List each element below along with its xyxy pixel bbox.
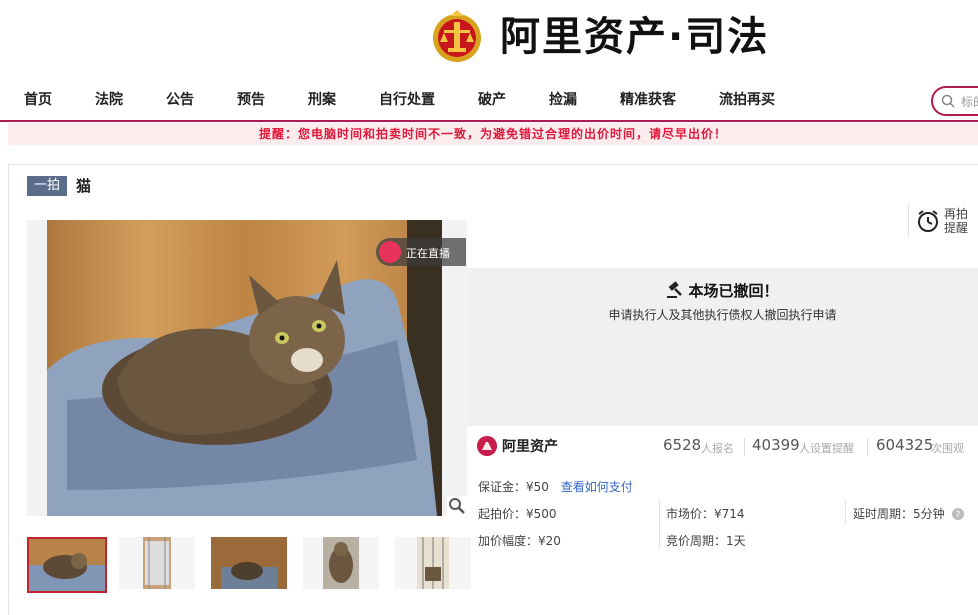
- thumbnail-5[interactable]: [395, 537, 471, 589]
- signup-label: 人报名: [701, 442, 734, 455]
- thumbnail-3[interactable]: [211, 537, 287, 589]
- main-nav: 首页 法院 公告 预告 刑案 自行处置 破产 捡漏 精准获客 流拍再买: [0, 78, 978, 122]
- view-label: 次围观: [931, 442, 964, 455]
- delay-period: 延时周期：5分钟 ?: [853, 505, 965, 522]
- status-heading-text: 本场已撤回！: [688, 282, 779, 300]
- alarm-clock-icon: [918, 210, 938, 232]
- divider: [659, 500, 660, 548]
- bid-period: 竞价周期：1天: [666, 534, 746, 548]
- how-to-pay-link[interactable]: 查看如何支付: [561, 480, 633, 494]
- nav-item-home[interactable]: 首页: [24, 89, 52, 109]
- nav-item-failed-rebuy[interactable]: 流拍再买: [719, 89, 775, 109]
- divider: [867, 438, 868, 456]
- status-heading: 本场已撤回！: [467, 280, 978, 301]
- auction-status-panel: 本场已撤回！ 申请执行人及其他执行债权人撤回执行申请: [467, 268, 978, 426]
- signup-count: 6528: [663, 436, 702, 454]
- remind-label-1: 再拍: [944, 207, 969, 221]
- thumbnail-4[interactable]: [303, 537, 379, 589]
- nav-item-court[interactable]: 法院: [95, 89, 123, 109]
- stats-row: 阿里资产 6528 人报名 40399 人设置提醒 604325 次围观: [467, 430, 978, 464]
- nav-item-preview[interactable]: 预告: [237, 89, 265, 109]
- site-logo-text[interactable]: 阿里资产·司法: [500, 10, 769, 64]
- status-detail: 申请执行人及其他执行债权人撤回执行申请: [608, 308, 837, 322]
- delay-period-text: 延时周期：5分钟: [853, 507, 945, 521]
- search-input[interactable]: 标的: [931, 86, 978, 116]
- reminder-count: 40399: [752, 436, 800, 454]
- search-placeholder: 标的: [961, 95, 978, 109]
- live-stream-badge[interactable]: 正在直播: [376, 238, 466, 266]
- item-title: 猫: [76, 177, 92, 195]
- zoom-icon[interactable]: [447, 496, 467, 516]
- gavel-icon: [667, 281, 683, 298]
- nav-item-bargain[interactable]: 捡漏: [549, 89, 577, 109]
- reminder-label: 人设置提醒: [799, 442, 854, 455]
- svg-text:?: ?: [956, 511, 961, 521]
- deposit-text: 保证金：¥50: [478, 480, 549, 494]
- time-warning-banner: 提醒：您电脑时间和拍卖时间不一致，为避免错过合理的出价时间，请尽早出价！: [8, 123, 978, 145]
- nav-item-self-disposal[interactable]: 自行处置: [379, 89, 435, 109]
- brand-name: 阿里资产: [502, 439, 558, 455]
- market-price: 市场价：¥714: [666, 507, 745, 521]
- remind-label-2: 提醒: [944, 221, 969, 235]
- nav-item-announcement[interactable]: 公告: [166, 89, 194, 109]
- view-count: 604325: [876, 436, 934, 454]
- nav-item-bankruptcy[interactable]: 破产: [478, 89, 506, 109]
- help-icon[interactable]: ?: [952, 508, 965, 521]
- thumbnail-1[interactable]: [27, 537, 107, 593]
- ali-assets-logo-icon: [477, 436, 497, 456]
- reauction-reminder-button[interactable]: 再拍 提醒: [908, 204, 978, 238]
- court-emblem-icon: [433, 10, 481, 62]
- thumbnail-2[interactable]: [119, 537, 195, 589]
- live-icon: [379, 241, 401, 263]
- auction-round-badge: 一拍: [27, 176, 67, 196]
- nav-item-criminal[interactable]: 刑案: [308, 89, 336, 109]
- site-header: 阿里资产·司法: [0, 0, 978, 78]
- nav-item-precise-leads[interactable]: 精准获客: [620, 89, 676, 109]
- bid-increment: 加价幅度：¥20: [478, 534, 561, 548]
- deposit-info: 保证金：¥50 查看如何支付: [478, 478, 633, 495]
- live-label: 正在直播: [406, 247, 450, 260]
- search-icon: [941, 94, 955, 108]
- divider: [845, 500, 846, 524]
- start-price: 起拍价：¥500: [478, 507, 557, 521]
- divider: [744, 438, 745, 456]
